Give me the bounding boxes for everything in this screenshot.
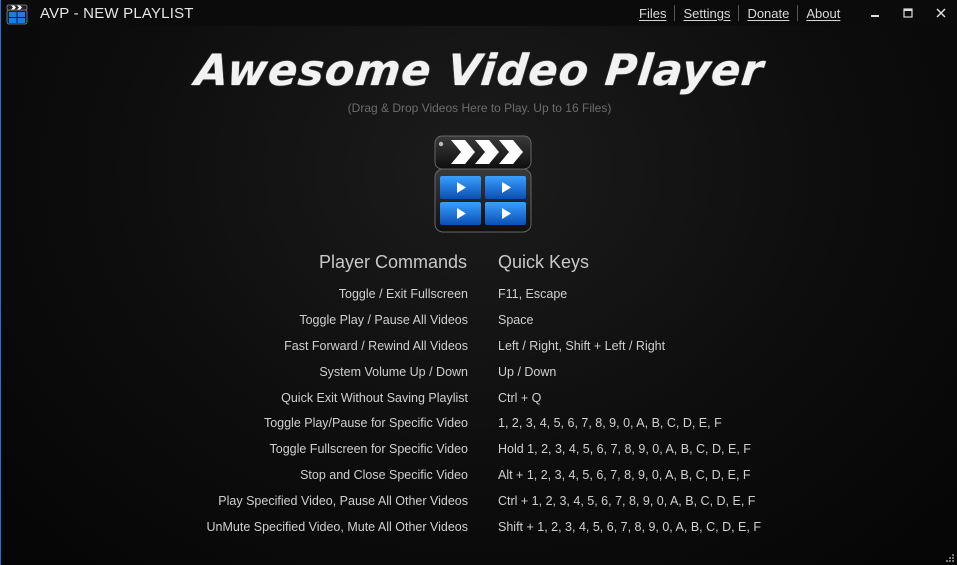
window-title: AVP - NEW PLAYLIST bbox=[40, 4, 194, 22]
menu-about[interactable]: About bbox=[798, 6, 848, 21]
app-window: AVP - NEW PLAYLIST Files Settings Donate… bbox=[0, 0, 957, 565]
table-row: Toggle / Exit Fullscreen F11, Escape bbox=[1, 284, 957, 310]
table-row: System Volume Up / Down Up / Down bbox=[1, 362, 957, 388]
quick-key: Ctrl + 1, 2, 3, 4, 5, 6, 7, 8, 9, 0, A, … bbox=[498, 494, 756, 509]
command-label: Stop and Close Specific Video bbox=[300, 468, 468, 483]
table-row: Play Specified Video, Pause All Other Vi… bbox=[1, 491, 957, 517]
command-label: Play Specified Video, Pause All Other Vi… bbox=[218, 494, 468, 509]
resize-grip-icon[interactable] bbox=[945, 553, 955, 563]
commands-header: Player Commands bbox=[318, 252, 467, 272]
commands-table: Toggle / Exit Fullscreen F11, Escape Tog… bbox=[1, 284, 957, 543]
title-bar[interactable]: AVP - NEW PLAYLIST Files Settings Donate… bbox=[1, 0, 957, 26]
quick-key: Space bbox=[498, 312, 534, 327]
minimize-button[interactable] bbox=[858, 0, 891, 26]
clapperboard-icon bbox=[6, 4, 28, 24]
table-row: Quick Exit Without Saving Playlist Ctrl … bbox=[1, 388, 957, 414]
app-title: Awesome Video Player bbox=[192, 46, 767, 96]
menu-bar: Files Settings Donate About bbox=[631, 0, 848, 26]
quick-key: Hold 1, 2, 3, 4, 5, 6, 7, 8, 9, 0, A, B,… bbox=[498, 442, 751, 457]
command-label: Toggle Fullscreen for Specific Video bbox=[269, 442, 469, 457]
keys-header: Quick Keys bbox=[498, 252, 590, 272]
command-label: Toggle / Exit Fullscreen bbox=[338, 287, 468, 301]
quick-key: Ctrl + Q bbox=[498, 390, 542, 405]
close-button[interactable] bbox=[924, 0, 957, 26]
command-label: Toggle Play/Pause for Specific Video bbox=[263, 416, 468, 431]
menu-about-label: About bbox=[806, 5, 841, 21]
command-label: Quick Exit Without Saving Playlist bbox=[281, 390, 468, 405]
quick-key: Left / Right, Shift + Left / Right bbox=[498, 338, 666, 353]
menu-donate-label: Donate bbox=[747, 5, 790, 21]
command-label: UnMute Specified Video, Mute All Other V… bbox=[206, 520, 469, 535]
maximize-button[interactable] bbox=[891, 0, 924, 26]
table-row: UnMute Specified Video, Mute All Other V… bbox=[1, 517, 957, 543]
command-label: Fast Forward / Rewind All Videos bbox=[284, 338, 468, 353]
drop-hint: (Drag & Drop Videos Here to Play. Up to … bbox=[347, 101, 612, 115]
minimize-icon bbox=[870, 15, 879, 17]
table-row: Fast Forward / Rewind All Videos Left / … bbox=[1, 336, 957, 362]
quick-key: Alt + 1, 2, 3, 4, 5, 6, 7, 8, 9, 0, A, B… bbox=[498, 468, 751, 483]
table-row: Toggle Play / Pause All Videos Space bbox=[1, 310, 957, 336]
menu-files-label: Files bbox=[639, 5, 667, 21]
menu-settings[interactable]: Settings bbox=[675, 6, 738, 21]
menu-files[interactable]: Files bbox=[631, 6, 674, 21]
quick-key: 1, 2, 3, 4, 5, 6, 7, 8, 9, 0, A, B, C, D… bbox=[498, 416, 722, 431]
maximize-icon bbox=[902, 8, 913, 18]
window-controls bbox=[858, 0, 957, 26]
video-player-logo-icon bbox=[434, 135, 532, 233]
command-label: System Volume Up / Down bbox=[319, 364, 468, 379]
quick-key: Shift + 1, 2, 3, 4, 5, 6, 7, 8, 9, 0, A,… bbox=[498, 520, 761, 535]
close-icon bbox=[935, 8, 946, 18]
command-label: Toggle Play / Pause All Videos bbox=[299, 312, 468, 327]
menu-settings-label: Settings bbox=[683, 5, 731, 21]
table-row: Toggle Fullscreen for Specific Video Hol… bbox=[1, 439, 957, 465]
table-row: Toggle Play/Pause for Specific Video 1, … bbox=[1, 413, 957, 439]
quick-key: Up / Down bbox=[498, 364, 557, 379]
table-row: Stop and Close Specific Video Alt + 1, 2… bbox=[1, 465, 957, 491]
menu-donate[interactable]: Donate bbox=[739, 6, 797, 21]
quick-key: F11, Escape bbox=[498, 287, 568, 301]
